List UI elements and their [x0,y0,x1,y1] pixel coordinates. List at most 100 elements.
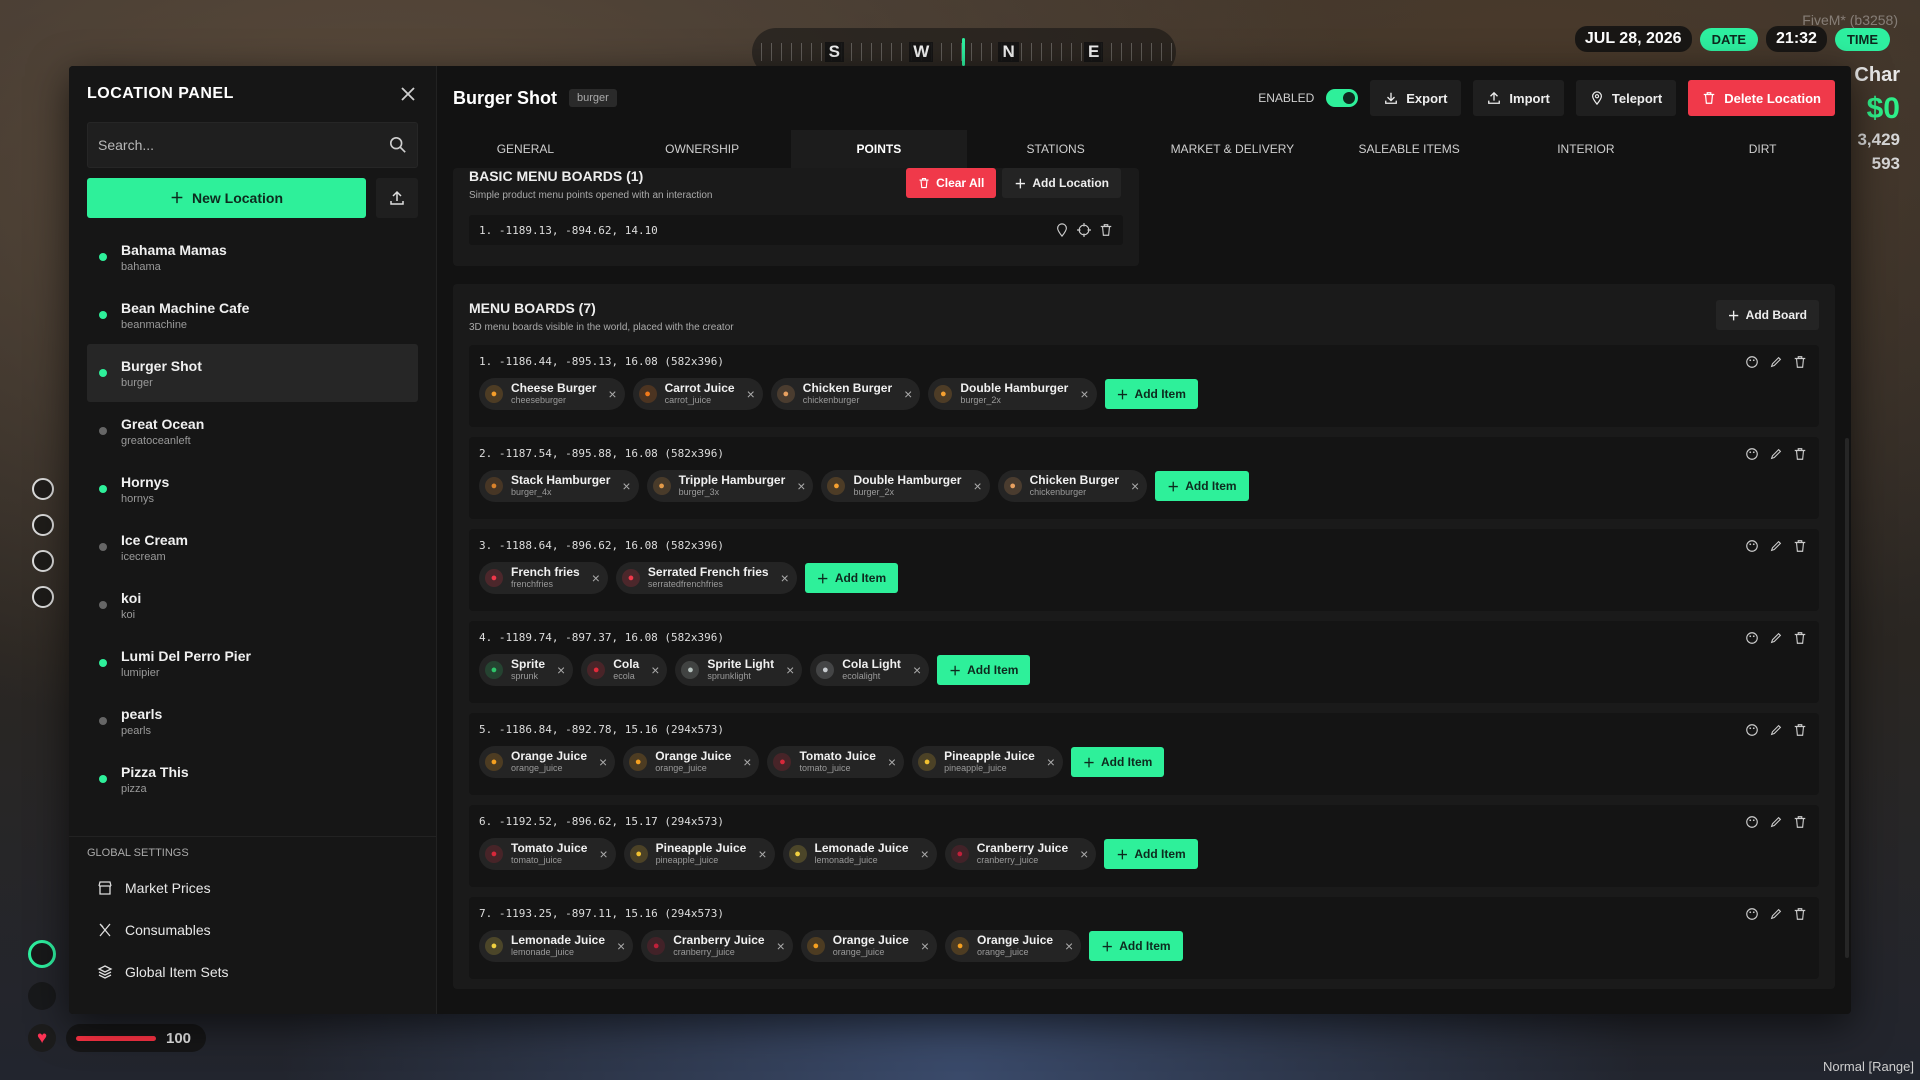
remove-item-icon[interactable]: × [599,846,607,862]
palette-icon[interactable] [1745,631,1759,645]
palette-icon[interactable] [1745,723,1759,737]
search-input[interactable] [98,137,389,153]
menu-item-chip[interactable]: ● Tripple Hamburger burger_3x × [646,470,814,502]
sidebar-location-item[interactable]: Lumi Del Perro Pier lumipier [87,634,418,692]
add-item-button[interactable]: ＋ Add Item [1070,747,1165,777]
map-pin-icon[interactable] [1055,223,1069,237]
remove-item-icon[interactable]: × [622,478,630,494]
add-item-button[interactable]: ＋ Add Item [804,563,899,593]
menu-item-chip[interactable]: ● Orange Juice orange_juice × [479,746,616,778]
menu-item-chip[interactable]: ● French fries frenchfries × [479,562,608,594]
trash-icon[interactable] [1099,223,1113,237]
menu-item-chip[interactable]: ● Cranberry Juice cranberry_juice × [944,838,1097,870]
sidebar-location-item[interactable]: pearls pearls [87,692,418,750]
remove-item-icon[interactable]: × [786,662,794,678]
remove-item-icon[interactable]: × [1047,754,1055,770]
delete-location-button[interactable]: Delete Location [1688,80,1835,116]
pencil-icon[interactable] [1769,539,1783,553]
pencil-icon[interactable] [1769,631,1783,645]
remove-item-icon[interactable]: × [1131,478,1139,494]
remove-item-icon[interactable]: × [617,938,625,954]
global-setting-market-prices[interactable]: Market Prices [87,867,418,909]
remove-item-icon[interactable]: × [797,478,805,494]
tab-points[interactable]: POINTS [790,130,968,168]
menu-item-chip[interactable]: ● Double Hamburger burger_2x × [928,378,1097,410]
remove-item-icon[interactable]: × [921,846,929,862]
menu-item-chip[interactable]: ● Sprite Light sprunklight × [675,654,803,686]
sidebar-location-item[interactable]: Burger Shot burger [87,344,418,402]
export-button[interactable]: Export [1370,80,1462,116]
tab-dirt[interactable]: DIRT [1674,130,1851,168]
remove-item-icon[interactable]: × [747,386,755,402]
trash-icon[interactable] [1793,355,1807,369]
menu-item-chip[interactable]: ● Serrated French fries serratedfrenchfr… [615,562,797,594]
menu-item-chip[interactable]: ● Lemonade Juice lemonade_juice × [782,838,937,870]
menu-item-chip[interactable]: ● Carrot Juice carrot_juice × [632,378,763,410]
trash-icon[interactable] [1793,539,1807,553]
trash-icon[interactable] [1793,447,1807,461]
trash-icon[interactable] [1793,815,1807,829]
add-board-button[interactable]: ＋ Add Board [1715,300,1819,330]
tab-ownership[interactable]: OWNERSHIP [614,130,791,168]
palette-icon[interactable] [1745,907,1759,921]
add-item-button[interactable]: ＋ Add Item [1089,931,1183,961]
remove-item-icon[interactable]: × [1080,386,1088,402]
tab-market-delivery[interactable]: MARKET & DELIVERY [1144,130,1321,168]
tab-general[interactable]: GENERAL [437,130,614,168]
remove-item-icon[interactable]: × [781,570,789,586]
close-button[interactable] [398,84,418,104]
menu-item-chip[interactable]: ● Pineapple Juice pineapple_juice × [623,838,775,870]
menu-item-chip[interactable]: ● Cheese Burger cheeseburger × [479,378,625,410]
global-setting-consumables[interactable]: Consumables [87,909,418,951]
add-item-button[interactable]: ＋ Add Item [1104,839,1198,869]
trash-icon[interactable] [1793,907,1807,921]
tab-saleable-items[interactable]: SALEABLE ITEMS [1321,130,1498,168]
clear-all-button[interactable]: Clear All [906,168,997,198]
global-setting-item-sets[interactable]: Global Item Sets [87,951,418,993]
remove-item-icon[interactable]: × [758,846,766,862]
pencil-icon[interactable] [1769,723,1783,737]
remove-item-icon[interactable]: × [888,754,896,770]
menu-item-chip[interactable]: ● Lemonade Juice lemonade_juice × [479,930,634,962]
sidebar-location-item[interactable]: Ice Cream icecream [87,518,418,576]
pencil-icon[interactable] [1769,447,1783,461]
content-scrollbar[interactable] [1845,438,1849,958]
menu-item-chip[interactable]: ● Chicken Burger chickenburger × [770,378,921,410]
menu-item-chip[interactable]: ● Cola Light ecolalight × [810,654,930,686]
teleport-button[interactable]: Teleport [1575,80,1677,116]
menu-item-chip[interactable]: ● Tomato Juice tomato_juice × [767,746,905,778]
menu-item-chip[interactable]: ● Cola ecola × [581,654,668,686]
palette-icon[interactable] [1745,355,1759,369]
tab-interior[interactable]: INTERIOR [1498,130,1675,168]
sidebar-location-item[interactable]: Great Ocean greatoceanleft [87,402,418,460]
pencil-icon[interactable] [1769,907,1783,921]
trash-icon[interactable] [1793,723,1807,737]
menu-item-chip[interactable]: ● Chicken Burger chickenburger × [997,470,1148,502]
pencil-icon[interactable] [1769,815,1783,829]
add-location-button[interactable]: ＋ Add Location [1002,168,1121,198]
menu-item-chip[interactable]: ● Orange Juice orange_juice × [800,930,938,962]
new-location-button[interactable]: ＋ New Location [87,178,366,218]
menu-item-chip[interactable]: ● Cranberry Juice cranberry_juice × [641,930,793,962]
sidebar-location-item[interactable]: Hornys hornys [87,460,418,518]
remove-item-icon[interactable]: × [921,938,929,954]
add-item-button[interactable]: ＋ Add Item [1155,471,1249,501]
add-item-button[interactable]: ＋ Add Item [1104,379,1198,409]
sidebar-location-item[interactable]: koi koi [87,576,418,634]
remove-item-icon[interactable]: × [1080,846,1088,862]
sidebar-location-item[interactable]: Bean Machine Cafe beanmachine [87,286,418,344]
palette-icon[interactable] [1745,539,1759,553]
remove-item-icon[interactable]: × [743,754,751,770]
remove-item-icon[interactable]: × [651,662,659,678]
add-item-button[interactable]: ＋ Add Item [937,655,1031,685]
enabled-toggle[interactable] [1326,89,1359,107]
remove-item-icon[interactable]: × [1065,938,1073,954]
remove-item-icon[interactable]: × [904,386,912,402]
menu-item-chip[interactable]: ● Tomato Juice tomato_juice × [479,838,616,870]
remove-item-icon[interactable]: × [777,938,785,954]
remove-item-icon[interactable]: × [557,662,565,678]
pencil-icon[interactable] [1769,355,1783,369]
search-icon[interactable] [389,136,407,154]
tab-stations[interactable]: STATIONS [967,130,1144,168]
menu-item-chip[interactable]: ● Orange Juice orange_juice × [623,746,760,778]
